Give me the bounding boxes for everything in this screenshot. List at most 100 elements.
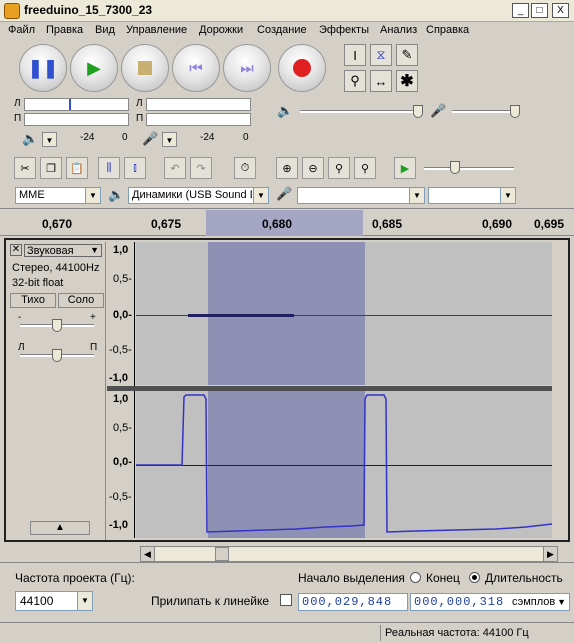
waveform-segment: [188, 314, 294, 317]
skip-start-icon: ⏮: [189, 59, 203, 77]
time-unit: сэмплов: [512, 596, 556, 608]
ruler-tick-label: 0,695: [534, 217, 565, 231]
play-speed-thumb[interactable]: [450, 161, 460, 174]
track-bitdepth: 32-bit float: [12, 277, 64, 289]
play-icon: ▶: [87, 57, 101, 78]
timeline-ruler[interactable]: 0,670 0,675 0,680 0,685 0,690 0,695: [0, 208, 574, 236]
copy-icon: ❐: [46, 162, 56, 175]
play-button[interactable]: ▶: [70, 44, 118, 92]
fit-project-button[interactable]: ⚲: [354, 157, 376, 179]
cut-button[interactable]: ✂: [14, 157, 36, 179]
zoom-tool[interactable]: ⚲: [344, 70, 366, 92]
playback-meter-left: [24, 98, 129, 111]
input-volume-thumb[interactable]: [510, 105, 520, 118]
waveform-channel-1[interactable]: [136, 242, 552, 385]
maximize-button[interactable]: □: [531, 3, 548, 18]
menu-analyze[interactable]: Анализ: [380, 24, 417, 36]
pan-thumb[interactable]: [52, 349, 62, 362]
envelope-tool[interactable]: ⧖: [370, 44, 392, 66]
paste-button[interactable]: 📋: [66, 157, 88, 179]
redo-button[interactable]: ↷: [190, 157, 212, 179]
v-label: 1,0: [113, 393, 129, 405]
end-radio[interactable]: [410, 572, 421, 583]
gain-thumb[interactable]: [52, 319, 62, 332]
pan-left-label: Л: [18, 342, 25, 353]
speaker-icon-2: 🔈: [108, 187, 125, 202]
minimize-button[interactable]: _: [512, 3, 529, 18]
collapse-track-button[interactable]: ▲: [30, 521, 90, 535]
ruler-tick-label: 0,670: [42, 217, 73, 231]
play-speed-slider[interactable]: [424, 167, 514, 170]
channels-select[interactable]: ▼: [428, 187, 516, 204]
chevron-down-icon: ▼: [77, 592, 92, 610]
magnifier-icon: ⚲: [350, 73, 360, 88]
record-meter-menu[interactable]: ▼: [162, 132, 177, 147]
length-radio[interactable]: [469, 572, 480, 583]
snap-checkbox[interactable]: [280, 594, 292, 606]
output-volume-thumb[interactable]: [413, 105, 423, 118]
close-track-button[interactable]: ✕: [10, 244, 22, 256]
undo-button[interactable]: ↶: [164, 157, 186, 179]
speaker-icon: 🔈: [22, 131, 39, 146]
window-title: freeduino_15_7300_23: [24, 3, 153, 17]
scroll-left-button[interactable]: ◀: [141, 547, 155, 561]
record-button[interactable]: [278, 44, 326, 92]
project-rate-select[interactable]: 44100 ▼: [15, 591, 93, 611]
meter-right-label: П: [14, 113, 22, 124]
menu-file[interactable]: Файл: [8, 24, 35, 36]
input-device-select[interactable]: ▼: [297, 187, 425, 204]
envelope-icon: ⧖: [376, 47, 386, 62]
stop-button[interactable]: [121, 44, 169, 92]
scroll-right-button[interactable]: ▶: [543, 547, 557, 561]
selection-start-label: Начало выделения: [298, 571, 405, 585]
fit-selection-button[interactable]: ⚲: [328, 157, 350, 179]
select-tool[interactable]: I: [344, 44, 366, 66]
horizontal-scrollbar[interactable]: ◀ ▶: [140, 546, 558, 562]
meter-scale-left-a: -24: [80, 132, 95, 143]
menu-view[interactable]: Вид: [95, 24, 115, 36]
zoom-out-button[interactable]: ⊖: [302, 157, 324, 179]
status-divider: [380, 625, 381, 641]
trim-button[interactable]: ⫼: [98, 157, 120, 179]
pencil-icon: ✎: [401, 47, 413, 62]
scissors-icon: ✂: [20, 162, 30, 175]
host-select[interactable]: MME ▼: [15, 187, 101, 204]
selection-start-time[interactable]: 000,029,848: [298, 593, 408, 611]
zoom-in-button[interactable]: ⊕: [276, 157, 298, 179]
chevron-down-icon[interactable]: ▼: [557, 594, 567, 610]
menu-tracks[interactable]: Дорожки: [199, 24, 243, 36]
solo-button[interactable]: Соло: [58, 293, 104, 308]
track-menu-button[interactable]: Звуковая ▼: [24, 244, 102, 257]
selection-length-time[interactable]: 000,000,318 сэмплов ▼: [410, 593, 570, 611]
playback-meter-menu[interactable]: ▼: [42, 132, 57, 147]
skip-start-button[interactable]: ⏮: [172, 44, 220, 92]
draw-tool[interactable]: ✎: [396, 44, 418, 66]
menu-generate[interactable]: Создание: [257, 24, 307, 36]
chevron-down-icon: ▼: [85, 188, 100, 203]
pause-button[interactable]: ❚❚: [19, 44, 67, 92]
skip-end-button[interactable]: ⏭: [223, 44, 271, 92]
close-button[interactable]: X: [552, 3, 569, 18]
silence-button[interactable]: ⫾: [124, 157, 146, 179]
multi-tool[interactable]: ✱: [396, 70, 418, 92]
menu-control[interactable]: Управление: [126, 24, 187, 36]
scroll-thumb[interactable]: [215, 547, 229, 561]
waveform-plot: [136, 394, 552, 533]
project-rate-label: Частота проекта (Гц):: [15, 571, 135, 585]
sync-lock-button[interactable]: ⏱: [234, 157, 256, 179]
waveform-channel-2[interactable]: [136, 391, 552, 538]
menu-help[interactable]: Справка: [426, 24, 469, 36]
paste-icon: 📋: [70, 162, 84, 175]
skip-end-icon: ⏭: [240, 59, 254, 77]
length-label: Длительность: [485, 571, 563, 585]
mute-button[interactable]: Тихо: [10, 293, 56, 308]
output-device-select[interactable]: Динамики (USB Sound De ▼: [128, 187, 269, 204]
asterisk-icon: ✱: [400, 73, 414, 90]
play-at-speed-button[interactable]: ▶: [394, 157, 416, 179]
meter-scale-left-b: 0: [122, 132, 128, 143]
menu-edit[interactable]: Правка: [46, 24, 83, 36]
output-volume-slider[interactable]: [300, 110, 422, 113]
menu-effects[interactable]: Эффекты: [319, 24, 369, 36]
copy-button[interactable]: ❐: [40, 157, 62, 179]
timeshift-tool[interactable]: ↔: [370, 70, 392, 92]
